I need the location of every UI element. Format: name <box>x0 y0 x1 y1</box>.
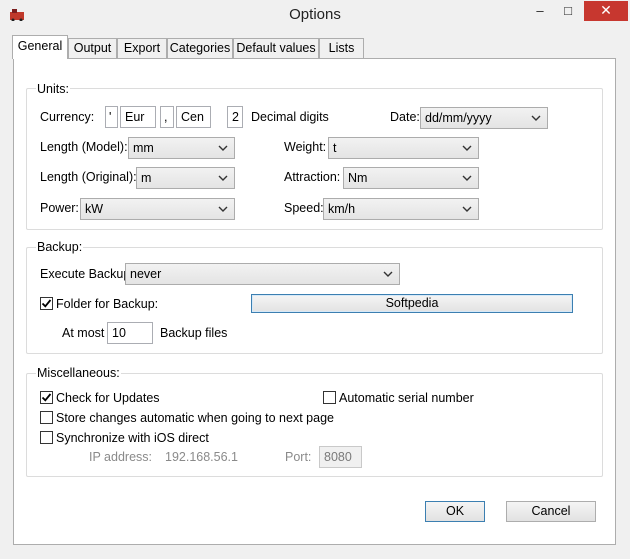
tab-output[interactable]: Output <box>68 38 117 58</box>
store-changes-label: Store changes automatic when going to ne… <box>56 411 334 425</box>
decimal-digits-field[interactable]: 2 <box>227 106 243 128</box>
execute-backup-value: never <box>130 267 162 281</box>
length-original-select[interactable]: m <box>136 167 235 189</box>
weight-value: t <box>333 141 337 155</box>
length-original-label: Length (Original): <box>40 170 137 184</box>
currency-main-field[interactable]: Eur <box>120 106 156 128</box>
execute-backup-select[interactable]: never <box>125 263 400 285</box>
chevron-down-icon <box>462 206 472 212</box>
port-label: Port: <box>285 450 312 464</box>
tab-lists[interactable]: Lists <box>319 38 364 58</box>
close-icon[interactable]: ✕ <box>584 1 628 21</box>
chevron-down-icon <box>218 145 228 151</box>
execute-backup-label: Execute Backup <box>40 267 131 281</box>
sync-ios-checkbox[interactable] <box>40 431 53 444</box>
attraction-select[interactable]: Nm <box>343 167 479 189</box>
tab-export[interactable]: Export <box>117 38 167 58</box>
auto-serial-label: Automatic serial number <box>339 391 474 405</box>
decimal-digits-label: Decimal digits <box>251 110 329 124</box>
title-bar: Options – □ ✕ <box>0 0 630 31</box>
speed-select[interactable]: km/h <box>323 198 479 220</box>
misc-legend: Miscellaneous: <box>36 366 121 380</box>
maximize-icon[interactable]: □ <box>555 1 581 21</box>
currency-sub-field[interactable]: Cen <box>176 106 211 128</box>
chevron-down-icon <box>218 206 228 212</box>
port-field[interactable]: 8080 <box>319 446 362 468</box>
check-updates-label: Check for Updates <box>56 391 160 405</box>
date-format-select[interactable]: dd/mm/yyyy <box>420 107 548 129</box>
tab-categories[interactable]: Categories <box>167 38 233 58</box>
backup-count-field[interactable]: 10 <box>107 322 153 344</box>
folder-backup-checkbox[interactable] <box>40 297 53 310</box>
chevron-down-icon <box>531 115 541 121</box>
length-model-value: mm <box>133 141 154 155</box>
date-label: Date: <box>390 110 420 124</box>
cancel-button[interactable]: Cancel <box>506 501 596 522</box>
attraction-value: Nm <box>348 171 368 185</box>
sync-ios-label: Synchronize with iOS direct <box>56 431 209 445</box>
attraction-label: Attraction: <box>284 170 341 184</box>
tab-panel-general: Units: Currency: ' Eur , Cen 2 Decimal d… <box>13 58 616 545</box>
currency-separator-field[interactable]: , <box>160 106 174 128</box>
checkmark-icon <box>41 299 52 308</box>
backup-files-label: Backup files <box>160 326 228 340</box>
tab-default-values[interactable]: Default values <box>233 38 319 58</box>
folder-backup-label: Folder for Backup: <box>56 297 159 311</box>
chevron-down-icon <box>462 175 472 181</box>
checkmark-icon <box>41 393 52 402</box>
units-legend: Units: <box>36 82 70 96</box>
tab-general[interactable]: General <box>12 35 68 59</box>
currency-label: Currency: <box>40 110 95 124</box>
power-select[interactable]: kW <box>80 198 235 220</box>
folder-browse-button[interactable]: Softpedia <box>251 294 573 313</box>
length-model-select[interactable]: mm <box>128 137 235 159</box>
weight-select[interactable]: t <box>328 137 479 159</box>
chevron-down-icon <box>462 145 472 151</box>
date-format-value: dd/mm/yyyy <box>425 111 492 125</box>
store-changes-checkbox[interactable] <box>40 411 53 424</box>
power-label: Power: <box>40 201 79 215</box>
chevron-down-icon <box>383 271 393 277</box>
length-model-label: Length (Model): <box>40 140 128 154</box>
ip-address-label: IP address: <box>89 450 153 464</box>
weight-label: Weight: <box>284 140 327 154</box>
chevron-down-icon <box>218 175 228 181</box>
ip-address-value: 192.168.56.1 <box>165 450 238 464</box>
at-most-label: At most <box>62 326 105 340</box>
minimize-icon[interactable]: – <box>527 1 553 21</box>
power-value: kW <box>85 202 104 216</box>
auto-serial-checkbox[interactable] <box>323 391 336 404</box>
speed-value: km/h <box>328 202 356 216</box>
ok-button[interactable]: OK <box>425 501 485 522</box>
length-original-value: m <box>141 171 152 185</box>
check-updates-checkbox[interactable] <box>40 391 53 404</box>
backup-legend: Backup: <box>36 240 84 254</box>
currency-symbol-field[interactable]: ' <box>105 106 118 128</box>
speed-label: Speed: <box>284 201 324 215</box>
